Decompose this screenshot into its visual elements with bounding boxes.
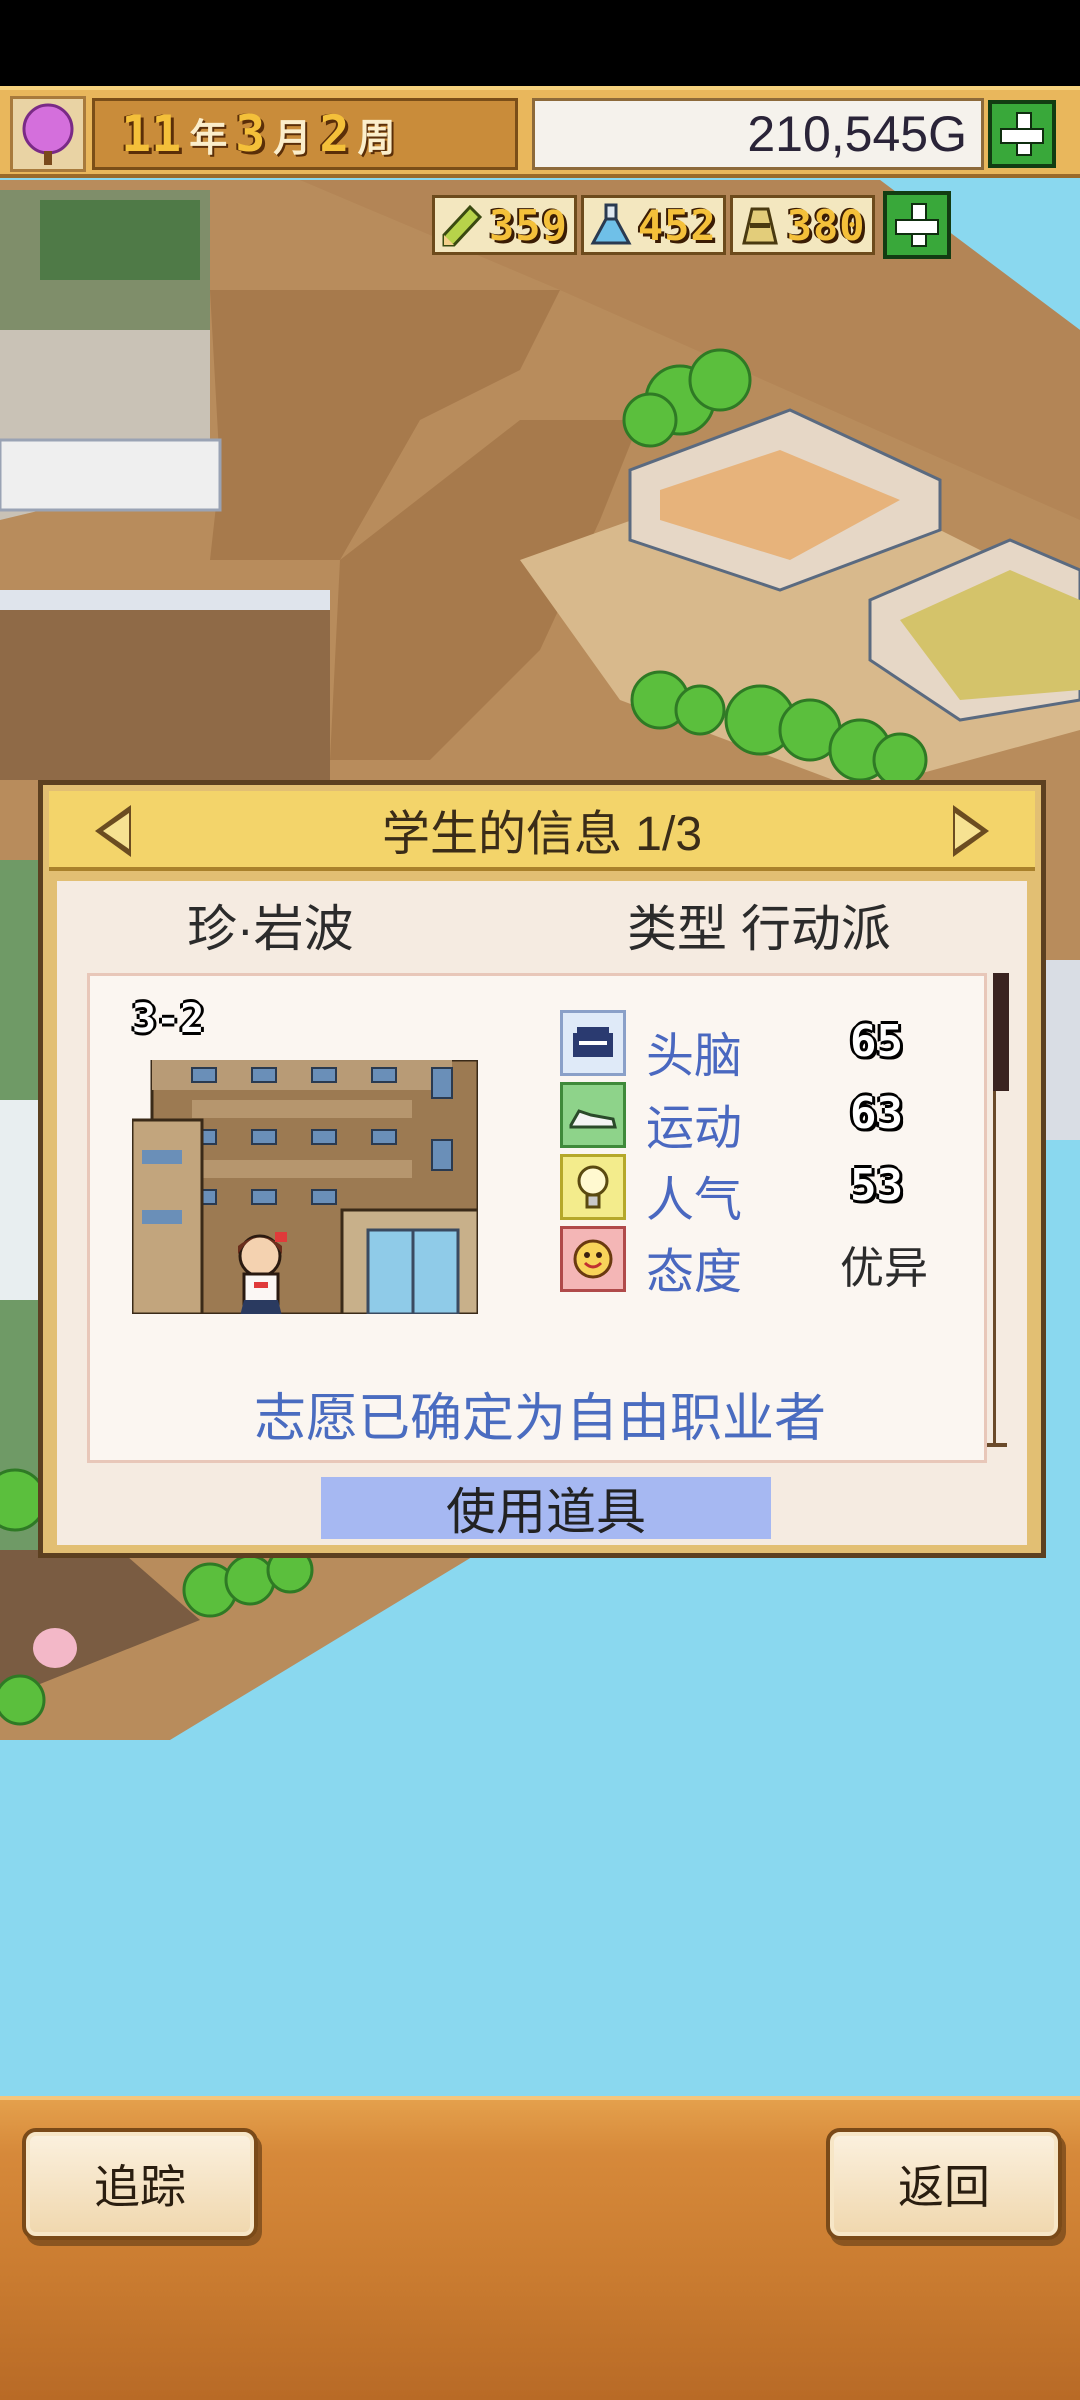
resource-weight-value: 380 [786, 200, 866, 250]
resource-flask: 452 [580, 195, 726, 255]
dialog-header: 学生的信息 1/3 [49, 791, 1035, 871]
resource-pencil-value: 359 [489, 200, 568, 250]
pencil-icon [435, 198, 489, 252]
stat-value-brain: 65 [850, 1016, 903, 1067]
bottom-panel: 追踪 返回 [0, 2096, 1080, 2400]
stat-row-brain: 头脑 65 [560, 1010, 960, 1083]
use-item-button[interactable]: 使用道具 [321, 1477, 771, 1540]
scrollbar-thumb[interactable] [993, 973, 1009, 1091]
career-status: 志愿已确定为自由职业者 [253, 1390, 826, 1448]
stat-label-popularity: 人气 [646, 1174, 743, 1227]
date-display: 11 年 3 月 2 周 [92, 98, 518, 170]
back-button[interactable]: 返回 [826, 2128, 1062, 2240]
stat-value-sports: 63 [850, 1088, 903, 1139]
stat-label-brain: 头脑 [646, 1030, 743, 1083]
dialog-title: 学生的信息 1/3 [381, 808, 703, 861]
resource-bar: 359 452 380 [432, 191, 951, 259]
money-amount: 210,545G [747, 106, 967, 162]
sneaker-icon [560, 1082, 626, 1148]
prev-student-arrow-icon[interactable] [95, 805, 131, 857]
student-info-dialog: 学生的信息 1/3 珍·岩波 类型 行动派 3-2 头脑 65 运动 63 人气… [38, 780, 1046, 1558]
flask-icon [584, 198, 638, 252]
resource-flask-value: 452 [637, 200, 717, 250]
resource-pencil: 359 [432, 195, 577, 255]
sakura-tree-icon[interactable] [10, 96, 86, 172]
resource-weight: 380 [729, 195, 875, 255]
next-student-arrow-icon[interactable] [953, 805, 989, 857]
student-type: 类型 行动派 [627, 901, 891, 957]
week-unit: 周 [357, 115, 396, 160]
student-detail-panel[interactable]: 3-2 头脑 65 运动 63 人气 53 态度 优异 志愿已确定为自由职业者 [87, 973, 987, 1463]
stat-label-sports: 运动 [646, 1102, 743, 1155]
brain-icon [560, 1010, 626, 1076]
year-number: 11 [121, 105, 182, 163]
stat-row-sports: 运动 63 [560, 1082, 960, 1155]
track-button[interactable]: 追踪 [22, 2128, 258, 2240]
stat-label-attitude: 态度 [646, 1246, 743, 1299]
add-resource-button[interactable] [882, 191, 951, 259]
month-unit: 月 [273, 115, 312, 160]
month-number: 3 [235, 105, 266, 163]
stat-value-popularity: 53 [850, 1160, 903, 1211]
scrollbar-end [987, 1443, 1007, 1447]
smiley-icon [560, 1226, 626, 1292]
stat-row-popularity: 人气 53 [560, 1154, 960, 1227]
add-money-button[interactable] [988, 100, 1056, 168]
year-unit: 年 [189, 115, 228, 160]
class-label: 3-2 [132, 996, 205, 1042]
system-status-bar [0, 0, 1080, 86]
money-display: 210,545G [532, 98, 984, 170]
stat-row-attitude: 态度 优异 [560, 1226, 960, 1299]
stat-value-attitude: 优异 [840, 1244, 928, 1293]
dialog-body: 珍·岩波 类型 行动派 3-2 头脑 65 运动 63 人气 53 态度 优异 … [57, 881, 1027, 1545]
lightbulb-icon [560, 1154, 626, 1220]
weight-icon [733, 198, 787, 252]
week-number: 2 [319, 105, 350, 163]
dorm-building-with-student [132, 1060, 478, 1314]
top-hud: 11 年 3 月 2 周 210,545G [0, 86, 1080, 178]
student-name: 珍·岩波 [187, 901, 354, 957]
